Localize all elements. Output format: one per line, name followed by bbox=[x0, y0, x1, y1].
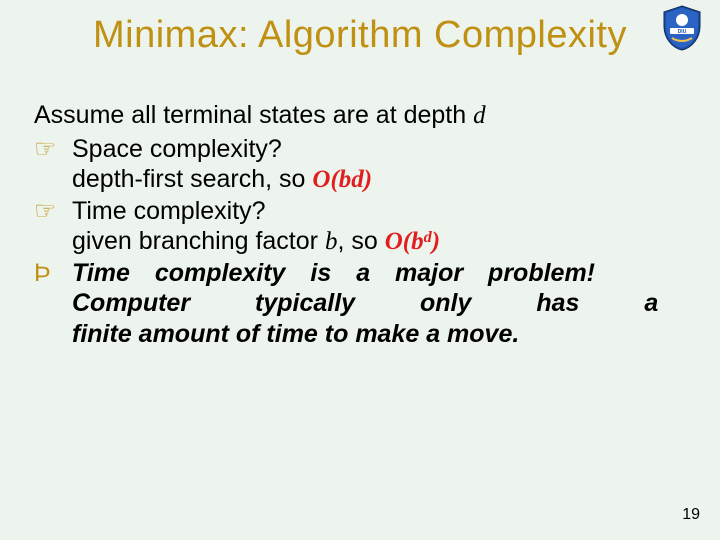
logo-badge: DIU bbox=[658, 4, 706, 52]
bullet-spacer bbox=[34, 164, 72, 196]
bigO-sup: d bbox=[424, 228, 432, 246]
slide-title: Minimax: Algorithm Complexity bbox=[0, 14, 720, 57]
bullet-row-2-answer: given branching factor b, so O(bd) bbox=[34, 226, 690, 258]
hand-icon: ☞ bbox=[34, 134, 72, 165]
conclusion-line1: Time complexity is a major problem! bbox=[72, 258, 690, 289]
point1-answer-prefix: depth-first search, so bbox=[72, 165, 312, 193]
point2-answer: given branching factor b, so O(bd) bbox=[72, 226, 690, 258]
point1-answer: depth-first search, so O(bd) bbox=[72, 164, 690, 196]
bullet-row-2: ☞ Time complexity? bbox=[34, 196, 690, 227]
bullet-row-3: Þ Time complexity is a major problem! Co… bbox=[34, 258, 690, 350]
intro-var-d: d bbox=[473, 102, 486, 129]
slide-body: Assume all terminal states are at depth … bbox=[34, 100, 690, 349]
point1-question: Space complexity? bbox=[72, 134, 690, 165]
conclusion-line2: Computer typically only has a bbox=[72, 288, 690, 319]
point2-answer-mid: , so bbox=[337, 227, 384, 255]
bigO-base: O(b bbox=[385, 228, 424, 255]
point1-bigO: O(bd) bbox=[312, 166, 372, 193]
bullet-spacer bbox=[34, 226, 72, 258]
intro-line: Assume all terminal states are at depth … bbox=[34, 100, 690, 132]
point2-answer-prefix: given branching factor bbox=[72, 227, 325, 255]
thorn-icon: Þ bbox=[34, 258, 72, 350]
point2-question: Time complexity? bbox=[72, 196, 690, 227]
intro-text: Assume all terminal states are at depth bbox=[34, 101, 473, 129]
conclusion-line3: finite amount of time to make a move. bbox=[72, 319, 690, 350]
logo-text: DIU bbox=[678, 29, 687, 35]
slide: Minimax: Algorithm Complexity DIU Assume… bbox=[0, 0, 720, 540]
shield-icon: DIU bbox=[658, 4, 706, 52]
point2-bigO: O(bd) bbox=[385, 228, 440, 255]
bullet-row-1-answer: depth-first search, so O(bd) bbox=[34, 164, 690, 196]
conclusion-text: Time complexity is a major problem! Comp… bbox=[72, 258, 690, 350]
bullet-row-1: ☞ Space complexity? bbox=[34, 134, 690, 165]
page-number: 19 bbox=[682, 506, 700, 524]
hand-icon: ☞ bbox=[34, 196, 72, 227]
bigO-close: ) bbox=[432, 228, 440, 255]
point2-var-b: b bbox=[325, 228, 338, 255]
